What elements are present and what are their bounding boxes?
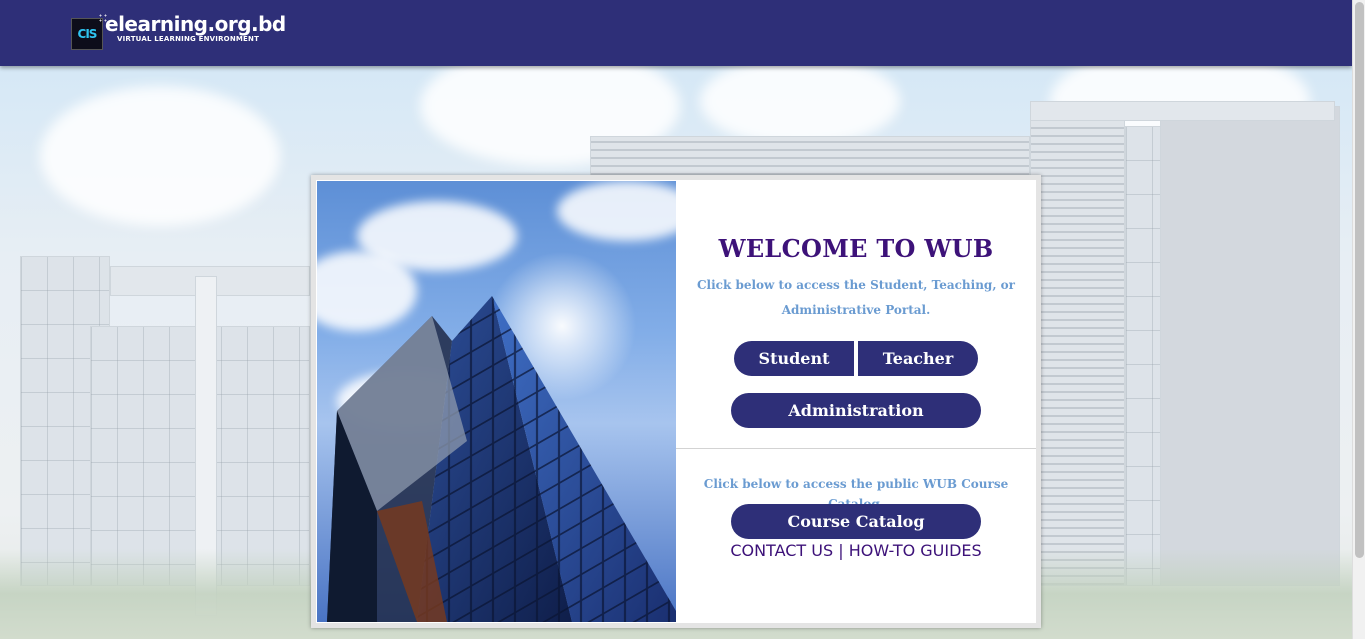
building-photo: [317, 181, 676, 622]
scrollbar-thumb[interactable]: [1355, 2, 1364, 558]
welcome-intro-text: Click below to access the Student, Teach…: [696, 278, 1015, 317]
login-portal-card: WELCOME TO WUB Click below to access the…: [311, 175, 1041, 628]
logo-text: elearning.org.bd VIRTUAL LEARNING ENVIRO…: [105, 13, 286, 43]
bg-cloud: [700, 66, 900, 146]
top-header: CIS elearning.org.bd VIRTUAL LEARNING EN…: [0, 0, 1352, 66]
logo-badge-icon: CIS: [71, 13, 108, 50]
bg-building-right-c: [1160, 106, 1340, 586]
logo-badge-text: CIS: [77, 27, 98, 41]
skyscraper-graphic: [327, 296, 676, 622]
portal-panel: WELCOME TO WUB Click below to access the…: [676, 180, 1036, 623]
student-button[interactable]: Student: [734, 341, 854, 376]
course-catalog-button[interactable]: Course Catalog: [731, 504, 981, 539]
page-scrollbar[interactable]: [1352, 0, 1365, 639]
contact-us-link[interactable]: CONTACT US: [730, 541, 833, 560]
bg-building-right-a: [1030, 116, 1125, 586]
section-divider: [676, 448, 1036, 449]
footer-links: CONTACT US | HOW-TO GUIDES: [676, 541, 1036, 560]
teacher-button[interactable]: Teacher: [858, 341, 978, 376]
logo-dots-icon: [98, 13, 108, 23]
site-logo[interactable]: CIS elearning.org.bd VIRTUAL LEARNING EN…: [71, 13, 286, 51]
logo-title: elearning.org.bd: [105, 12, 286, 36]
bg-roof: [1030, 101, 1335, 121]
link-separator: |: [838, 541, 849, 560]
bg-cloud: [40, 86, 280, 226]
administration-button[interactable]: Administration: [731, 393, 981, 428]
how-to-guides-link[interactable]: HOW-TO GUIDES: [849, 541, 982, 560]
welcome-title: WELCOME TO WUB: [718, 234, 994, 263]
logo-subtitle: VIRTUAL LEARNING ENVIRONMENT: [117, 35, 260, 43]
